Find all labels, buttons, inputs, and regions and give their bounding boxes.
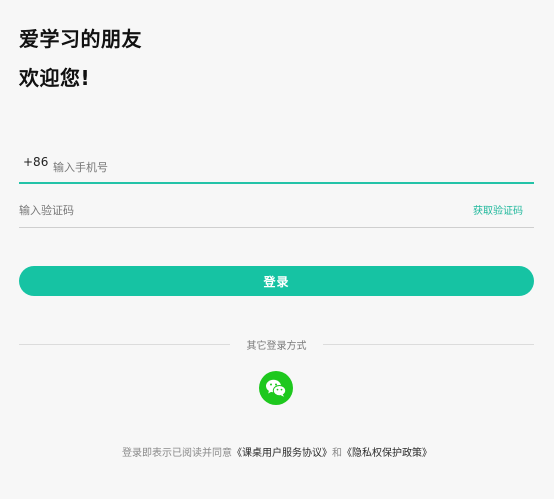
agreement-prefix: 登录即表示已阅读并同意 xyxy=(122,448,232,459)
greeting-title: 爱学习的朋友 xyxy=(19,27,142,51)
login-button[interactable]: 登录 xyxy=(19,266,534,296)
terms-of-service-link[interactable]: 《课桌用户服务协议》 xyxy=(232,448,332,459)
welcome-title: 欢迎您! xyxy=(19,66,91,90)
verification-code-input[interactable] xyxy=(19,200,419,220)
privacy-policy-link[interactable]: 《隐私权保护政策》 xyxy=(342,448,432,459)
wechat-login-button[interactable] xyxy=(259,371,293,405)
login-page: 爱学习的朋友 欢迎您! +86 获取验证码 登录 其它登录方式 登录即表示已阅读… xyxy=(0,0,554,499)
agreement-text: 登录即表示已阅读并同意《课桌用户服务协议》和《隐私权保护政策》 xyxy=(0,444,554,459)
verification-code-field: 获取验证码 xyxy=(19,197,534,228)
wechat-icon xyxy=(266,379,287,397)
get-code-button[interactable]: 获取验证码 xyxy=(473,202,523,217)
phone-field: +86 xyxy=(19,152,534,184)
divider-right xyxy=(323,344,534,345)
divider-left xyxy=(19,344,230,345)
country-code-selector[interactable]: +86 xyxy=(23,155,48,169)
phone-input[interactable] xyxy=(53,157,473,177)
agreement-conjunction: 和 xyxy=(332,448,342,459)
other-login-methods-label: 其它登录方式 xyxy=(246,341,307,352)
